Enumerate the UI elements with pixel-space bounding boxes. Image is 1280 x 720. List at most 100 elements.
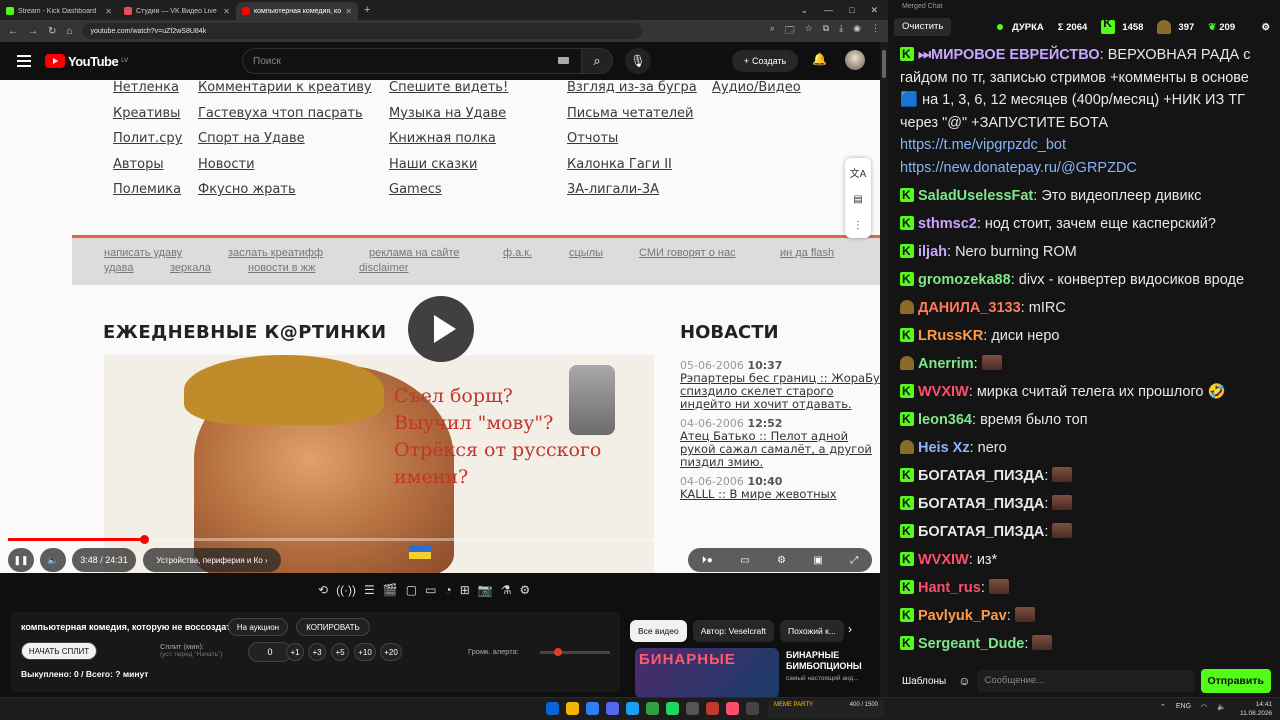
chat-nick[interactable]: WVXIW: [918, 552, 969, 568]
taskbar-app-icon[interactable]: [626, 702, 639, 715]
create-button[interactable]: + Создать: [732, 50, 798, 72]
increment-button[interactable]: +20: [380, 643, 402, 661]
chat-nick[interactable]: БОГАТАЯ_ПИЗДА: [918, 524, 1044, 540]
templates-button[interactable]: Шаблоны: [896, 672, 952, 691]
pause-button[interactable]: ❚❚: [8, 548, 34, 572]
search-button[interactable]: ⌕: [581, 48, 613, 74]
chat-nick[interactable]: Sergeant_Dude: [918, 636, 1024, 652]
menu-dots-icon[interactable]: ⋮: [871, 23, 880, 39]
tab-close-icon[interactable]: ✕: [223, 7, 230, 16]
bookmark-star-icon[interactable]: ☆: [805, 23, 813, 39]
chat-nick[interactable]: SaladUselessFat: [918, 188, 1033, 204]
start-split-button[interactable]: НАЧАТЬ СПЛИТ: [21, 642, 97, 660]
speed-icon[interactable]: ◔: [444, 583, 451, 597]
chat-input[interactable]: Сообщение...: [976, 670, 1195, 692]
emoji-icon[interactable]: ☺: [958, 674, 970, 688]
chat-nick[interactable]: leon364: [918, 412, 972, 428]
clip-icon[interactable]: 🎬: [383, 583, 398, 597]
fullscreen-icon[interactable]: ⤢: [850, 555, 858, 566]
home-icon[interactable]: ⌂: [66, 26, 72, 37]
subtitles-icon[interactable]: ▭: [740, 555, 749, 566]
translate-icon[interactable]: 文A: [850, 165, 867, 180]
forward-icon[interactable]: →: [28, 26, 38, 37]
chat-nick[interactable]: БОГАТАЯ_ПИЗДА: [918, 496, 1044, 512]
chat-nick[interactable]: WVXIW: [918, 384, 969, 400]
translate-icon[interactable]: 🗔: [785, 23, 795, 39]
url-field[interactable]: youtube.com/watch?v=uZf2wS8U84k: [82, 23, 643, 39]
chat-nick[interactable]: ⏭МИРОВОЕ ЕВРЕЙСТВО: [918, 47, 1100, 63]
taskbar-app-icon[interactable]: [586, 702, 599, 715]
copy-button[interactable]: КОПИРОВАТЬ: [296, 618, 370, 636]
new-tab-button[interactable]: +: [364, 4, 370, 16]
settings-icon[interactable]: ⚙: [1261, 22, 1270, 33]
increment-button[interactable]: +10: [354, 643, 376, 661]
taskbar-app-icon[interactable]: [686, 702, 699, 715]
meme-party-widget[interactable]: МЕМЕ PARTY 400 / 1500: [768, 700, 884, 718]
related-tab[interactable]: Автор: Veselcraft: [692, 620, 774, 642]
chapter-button[interactable]: Устройства, периферия и Ко ›: [143, 548, 281, 572]
menu-icon[interactable]: [17, 55, 31, 67]
big-play-button[interactable]: [408, 296, 474, 362]
autoplay-toggle[interactable]: ⏵●: [702, 555, 713, 566]
taskbar-app-icon[interactable]: [726, 702, 739, 715]
auction-button[interactable]: На аукцион: [228, 618, 288, 636]
alert-volume-slider[interactable]: [540, 648, 610, 656]
chat-nick[interactable]: LRussKR: [918, 328, 983, 344]
playlist-icon[interactable]: ☰: [364, 583, 375, 597]
tab-close-icon[interactable]: ✕: [345, 7, 352, 16]
chat-nick[interactable]: Hant_rus: [918, 580, 981, 596]
avatar[interactable]: [845, 50, 865, 70]
alert-volume-knob[interactable]: [554, 648, 562, 656]
related-thumbnail[interactable]: БИНАРНЫЕ: [635, 648, 779, 698]
related-tab[interactable]: Все видео: [630, 620, 687, 642]
youtube-logo[interactable]: YouTube LV: [45, 54, 128, 69]
add-icon[interactable]: ⊞: [460, 583, 470, 597]
search-page-icon[interactable]: ⌕: [770, 23, 775, 39]
taskbar-app-icon[interactable]: [606, 702, 619, 715]
send-button[interactable]: Отправить: [1200, 669, 1271, 693]
miniplayer-icon[interactable]: ▣: [813, 555, 822, 566]
chevron-right-icon[interactable]: ›: [848, 622, 852, 636]
chat-nick[interactable]: iljah: [918, 244, 947, 260]
chat-nick[interactable]: gromozeka88: [918, 272, 1011, 288]
taskbar-app-icon[interactable]: [666, 702, 679, 715]
tab-close-icon[interactable]: ✕: [105, 7, 112, 16]
page-scrollbar[interactable]: [880, 42, 888, 697]
keyboard-icon[interactable]: [558, 57, 569, 64]
chat-nick[interactable]: sthmsc2: [918, 216, 977, 232]
voice-search-button[interactable]: 🎙: [625, 48, 651, 74]
subtitles-icon[interactable]: ▤: [853, 194, 862, 205]
frame-icon[interactable]: ▢: [406, 583, 417, 597]
taskbar-app-icon[interactable]: [646, 702, 659, 715]
settings-icon[interactable]: ⚙: [777, 555, 786, 566]
settings-icon[interactable]: ⚙: [519, 583, 530, 597]
clock[interactable]: 14:41 11.08.2026: [1240, 700, 1272, 718]
taskbar-app-icon[interactable]: [706, 702, 719, 715]
progress-knob[interactable]: [139, 535, 149, 544]
news-item[interactable]: Рэпартеры бес границ :: ЖораБу спиздило …: [680, 372, 880, 411]
extensions-icon[interactable]: ⧉: [823, 23, 829, 39]
increment-button[interactable]: +5: [331, 643, 349, 661]
lab-icon[interactable]: ⚗: [501, 583, 512, 597]
news-item[interactable]: KALLL :: В мире жевотных: [680, 488, 880, 501]
speaker-icon[interactable]: 🔈: [1217, 703, 1226, 711]
browser-tab[interactable]: Студия — VK Видео Live ✕: [118, 2, 236, 20]
taskbar-app-icon[interactable]: [746, 702, 759, 715]
language-indicator[interactable]: ENG: [1176, 703, 1191, 711]
news-item[interactable]: Атец Батько :: Пелот адной рукой сажал с…: [680, 430, 880, 469]
profile-icon[interactable]: ◉: [853, 23, 861, 39]
clear-button[interactable]: Очистить: [894, 18, 952, 36]
notifications-bell-icon[interactable]: 🔔: [812, 52, 827, 66]
browser-tab[interactable]: компьютерная комедия, кото... ✕: [236, 2, 358, 20]
reload-icon[interactable]: ↻: [48, 26, 56, 37]
chat-nick[interactable]: Anerrim: [918, 356, 974, 372]
chat-nick[interactable]: Pavlyuk_Pav: [918, 608, 1007, 624]
more-icon[interactable]: ⋮: [853, 220, 863, 231]
taskbar-app-icon[interactable]: [566, 702, 579, 715]
screenshot-icon[interactable]: 📷: [478, 583, 493, 597]
chat-link[interactable]: https://t.me/vipgrpzdc_bot: [900, 137, 1066, 153]
tray-chevron-icon[interactable]: ⌃: [1160, 703, 1166, 711]
volume-button[interactable]: 🔈: [40, 548, 66, 572]
tab-search-icon[interactable]: ⌄: [800, 5, 808, 16]
minimize-button[interactable]: —: [824, 5, 833, 16]
